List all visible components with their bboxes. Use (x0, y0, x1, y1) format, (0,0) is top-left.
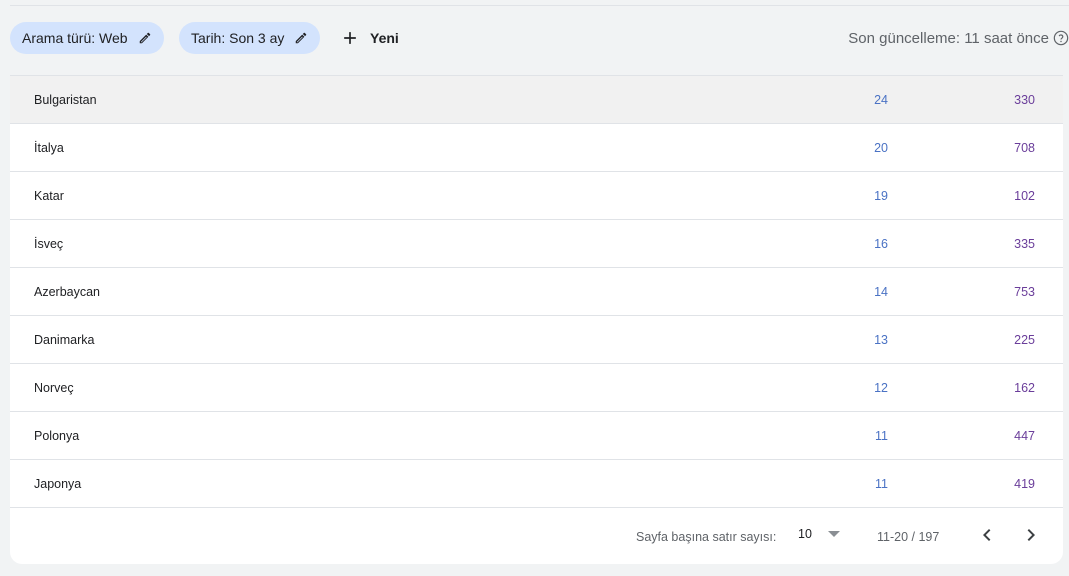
table-row[interactable]: Bulgaristan 24 330 (10, 76, 1063, 124)
clicks-cell: 11 (875, 477, 888, 491)
rows-per-page-select[interactable]: 10 (798, 527, 840, 541)
chevron-down-icon (827, 531, 840, 537)
new-filter-label: Yeni (370, 30, 399, 46)
clicks-cell: 16 (874, 237, 888, 251)
last-updated: Son güncelleme: 11 saat önce (848, 22, 1069, 54)
date-filter-label: Tarih: Son 3 ay (191, 30, 285, 46)
impressions-cell: 708 (1014, 141, 1035, 155)
table-row[interactable]: Danimarka 13 225 (10, 316, 1063, 364)
country-cell: Katar (34, 189, 64, 203)
countries-table: Bulgaristan 24 330 İtalya 20 708 Katar 1… (10, 75, 1063, 564)
table-row[interactable]: İsveç 16 335 (10, 220, 1063, 268)
impressions-cell: 225 (1014, 333, 1035, 347)
impressions-cell: 335 (1014, 237, 1035, 251)
country-cell: Polonya (34, 429, 80, 443)
country-cell: Japonya (34, 477, 82, 491)
rows-per-page-value: 10 (798, 527, 812, 541)
filter-bar: Arama türü: Web Tarih: Son 3 ay Yeni Son… (0, 6, 1069, 70)
impressions-cell: 162 (1014, 381, 1035, 395)
last-updated-text: Son güncelleme: 11 saat önce (848, 29, 1049, 47)
pencil-icon (139, 32, 150, 44)
clicks-cell: 20 (874, 141, 888, 155)
clicks-cell: 14 (874, 285, 888, 299)
clicks-cell: 19 (874, 189, 888, 203)
impressions-cell: 447 (1014, 429, 1035, 443)
table-row[interactable]: İtalya 20 708 (10, 124, 1063, 172)
rows-per-page-label: Sayfa başına satır sayısı: (636, 530, 777, 544)
clicks-cell: 13 (874, 333, 888, 347)
table-row[interactable]: Polonya 11 447 (10, 412, 1063, 460)
search-type-filter-label: Arama türü: Web (22, 30, 128, 46)
impressions-cell: 330 (1014, 93, 1035, 107)
pagination: Sayfa başına satır sayısı: 10 11-20 / 19… (10, 509, 1063, 565)
date-filter-chip[interactable]: Tarih: Son 3 ay (179, 22, 321, 54)
country-cell: İtalya (34, 141, 64, 155)
country-cell: Azerbaycan (34, 285, 101, 299)
impressions-cell: 753 (1014, 285, 1035, 299)
new-filter-button[interactable]: Yeni (340, 22, 399, 54)
search-type-filter-chip[interactable]: Arama türü: Web (10, 22, 164, 54)
chevron-left-icon[interactable] (975, 523, 999, 547)
plus-icon (344, 32, 356, 44)
table-row[interactable]: Japonya 11 419 (10, 460, 1063, 508)
help-circle-icon[interactable] (1053, 30, 1069, 46)
clicks-cell: 11 (875, 429, 888, 443)
clicks-cell: 12 (874, 381, 888, 395)
impressions-cell: 102 (1014, 189, 1035, 203)
country-cell: Norveç (34, 381, 74, 395)
country-cell: Danimarka (34, 333, 95, 347)
page-range: 11-20 / 197 (877, 530, 940, 544)
chevron-right-icon[interactable] (1019, 523, 1043, 547)
clicks-cell: 24 (874, 93, 888, 107)
table-row[interactable]: Katar 19 102 (10, 172, 1063, 220)
country-cell: Bulgaristan (34, 93, 97, 107)
table-row[interactable]: Azerbaycan 14 753 (10, 268, 1063, 316)
impressions-cell: 419 (1014, 477, 1035, 491)
pencil-icon (296, 32, 307, 44)
table-row[interactable]: Norveç 12 162 (10, 364, 1063, 412)
country-cell: İsveç (34, 237, 64, 251)
